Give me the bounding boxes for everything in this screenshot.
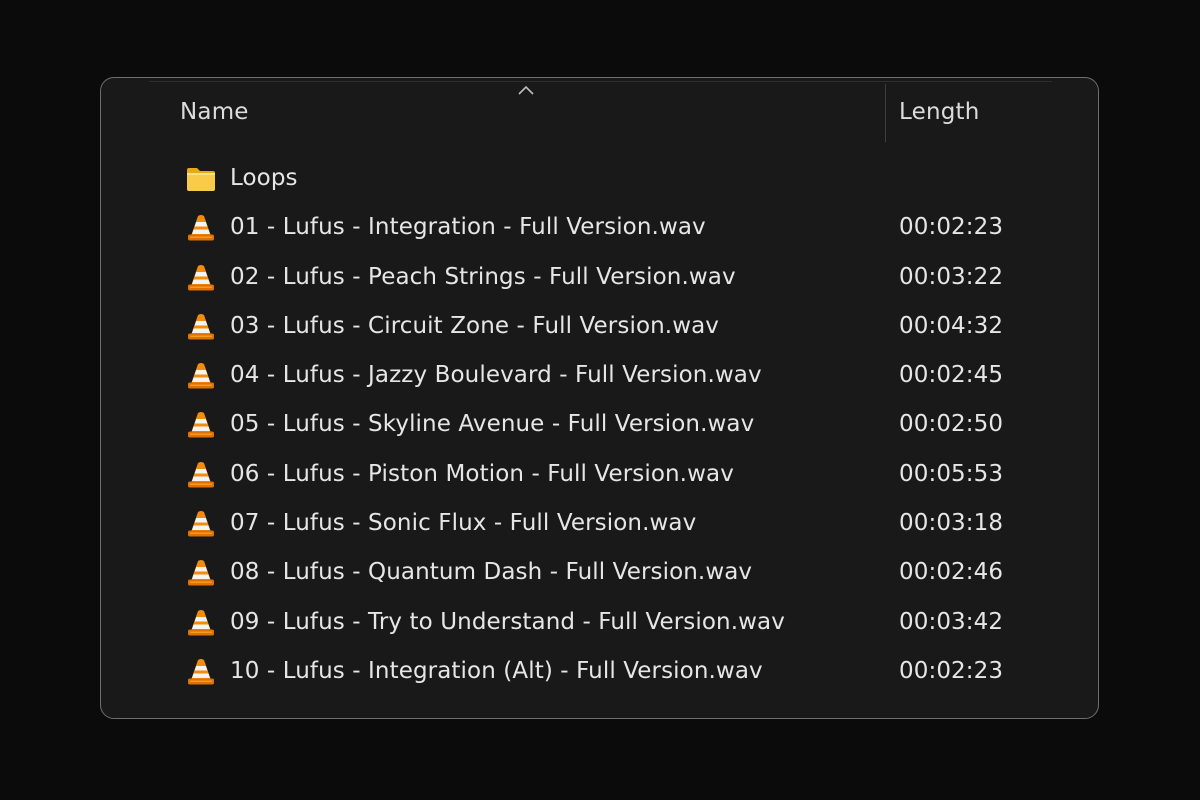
item-name: 10 - Lufus - Integration (Alt) - Full Ve… [230,657,763,684]
item-length: 00:02:23 [899,214,1004,241]
item-name: 03 - Lufus - Circuit Zone - Full Version… [230,312,720,339]
vlc-cone-icon [188,363,214,389]
list-item[interactable]: 03 - Lufus - Circuit Zone - Full Version… [101,305,1098,354]
list-item[interactable]: 05 - Lufus - Skyline Avenue - Full Versi… [101,403,1098,452]
vlc-cone-icon [188,609,214,636]
file-list: Loops 01 - Lufus - Integration - Full Ve… [101,157,1098,699]
list-item[interactable]: 06 - Lufus - Piston Motion - Full Versio… [101,453,1098,502]
item-name: 08 - Lufus - Quantum Dash - Full Version… [230,559,753,586]
list-item[interactable]: 09 - Lufus - Try to Understand - Full Ve… [101,601,1098,650]
list-item[interactable]: 01 - Lufus - Integration - Full Version.… [101,206,1098,255]
file-explorer-window: Name Length Loops 01 - Lufus - Integrati… [100,77,1099,719]
item-name: 05 - Lufus - Skyline Avenue - Full Versi… [230,411,755,438]
column-header-row: Name Length [101,78,1098,144]
item-length: 00:02:45 [899,362,1004,389]
list-item[interactable]: 10 - Lufus - Integration (Alt) - Full Ve… [101,650,1098,699]
item-name: 01 - Lufus - Integration - Full Version.… [230,214,706,241]
item-length: 00:05:53 [899,460,1004,487]
item-length: 00:03:22 [899,263,1004,290]
item-length: 00:02:46 [899,559,1004,586]
vlc-cone-icon [188,560,214,586]
list-item[interactable]: 07 - Lufus - Sonic Flux - Full Version.w… [101,502,1098,551]
item-length: 00:04:32 [899,312,1004,339]
length-column-header[interactable]: Length [899,99,980,125]
vlc-cone-icon [188,461,214,488]
item-name: 09 - Lufus - Try to Understand - Full Ve… [230,608,785,635]
list-item[interactable]: 02 - Lufus - Peach Strings - Full Versio… [101,256,1098,305]
item-name: 04 - Lufus - Jazzy Boulevard - Full Vers… [230,362,762,389]
item-name: 02 - Lufus - Peach Strings - Full Versio… [230,263,736,290]
item-name: Loops [230,165,298,191]
item-name: 07 - Lufus - Sonic Flux - Full Version.w… [230,510,697,537]
vlc-cone-icon [188,412,214,438]
vlc-cone-icon [188,511,214,537]
vlc-cone-icon [188,313,214,340]
vlc-cone-icon [188,215,214,241]
item-length: 00:03:42 [899,608,1004,635]
list-item[interactable]: 08 - Lufus - Quantum Dash - Full Version… [101,551,1098,600]
item-length: 00:02:23 [899,657,1004,684]
item-length: 00:03:18 [899,510,1004,537]
chevron-up-icon[interactable] [517,84,535,96]
item-name: 06 - Lufus - Piston Motion - Full Versio… [230,460,734,487]
list-item-folder[interactable]: Loops [101,157,1098,206]
column-resize-divider[interactable] [885,84,886,142]
vlc-cone-icon [188,264,214,291]
name-column-header[interactable]: Name [180,99,249,125]
list-item[interactable]: 04 - Lufus - Jazzy Boulevard - Full Vers… [101,354,1098,403]
item-length: 00:02:50 [899,411,1004,438]
folder-icon [187,168,215,191]
vlc-cone-icon [188,658,214,685]
